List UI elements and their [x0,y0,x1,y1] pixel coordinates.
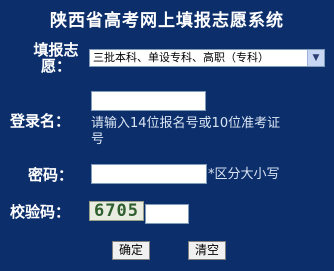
clear-button[interactable]: 清空 [188,241,226,260]
password-label: 密码： [28,166,74,184]
login-hint: 请输入14位报名号或10位准考证 号 [91,116,331,148]
captcha-image: 6705 [89,201,144,221]
login-input[interactable] [91,91,206,111]
login-hint-line2: 号 [91,132,105,147]
batch-label-line2: 愿： [40,57,71,75]
chevron-down-icon[interactable]: ▼ [307,50,324,66]
confirm-button[interactable]: 确定 [112,241,150,260]
password-input[interactable] [91,164,207,184]
login-hint-line1: 请输入14位报名号或10位准考证 [91,116,281,131]
captcha-label: 校验码： [10,203,71,221]
password-hint: *区分大小写 [208,167,280,182]
captcha-input[interactable] [145,204,189,224]
batch-select[interactable]: 三批本科、单设专科、高职（专科） ▼ [89,49,325,67]
login-label: 登录名： [10,112,71,130]
batch-select-value: 三批本科、单设专科、高职（专科） [93,51,269,64]
batch-label: 填报志 愿： [28,42,84,74]
page-title: 陕西省高考网上填报志愿系统 [50,11,284,31]
batch-label-line1: 填报志 [33,41,79,59]
